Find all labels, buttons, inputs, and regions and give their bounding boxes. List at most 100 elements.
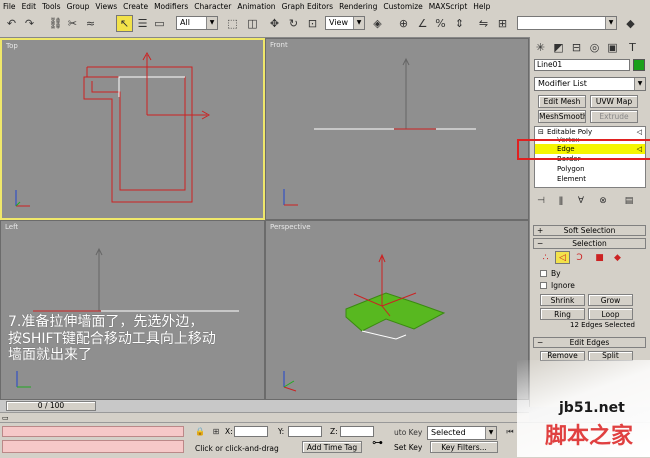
menu-maxscript[interactable]: MAXScript [426, 2, 471, 11]
show-end-result-icon[interactable]: ǁ [554, 195, 568, 207]
create-tab-icon[interactable]: ✳ [532, 39, 549, 56]
menu-create[interactable]: Create [120, 2, 151, 11]
absolute-mode-icon[interactable]: ⊞ [210, 426, 222, 437]
edge-mode-icon[interactable]: ◁ [555, 251, 570, 264]
polygon-mode-icon[interactable]: ■ [592, 251, 607, 264]
edit-edges-rollout[interactable]: − Edit Edges [533, 337, 646, 348]
select-by-name-icon[interactable]: ☰ [134, 15, 151, 32]
lock-selection-icon[interactable]: 🔒 [194, 426, 206, 437]
chevron-down-icon: ▼ [605, 17, 616, 29]
extrude-button[interactable]: Extrude [590, 110, 638, 123]
select-link-icon[interactable]: ⛓ [47, 15, 64, 32]
soft-selection-rollout[interactable]: + Soft Selection [533, 225, 646, 236]
named-selection-dropdown[interactable]: ▼ [517, 16, 617, 30]
region-select-icon[interactable]: ▭ [151, 15, 168, 32]
annotation-text: 7.准备拉伸墙面了，先选外边， 按SHIFT键配合移动工具向上移动 墙面就出来了 [8, 314, 278, 364]
by-vertex-checkbox[interactable] [540, 270, 547, 277]
viewport-left[interactable]: Left [0, 220, 265, 400]
stack-base-object[interactable]: Editable Poly [547, 128, 592, 136]
loop-button[interactable]: Loop [588, 308, 633, 320]
object-color-swatch[interactable] [633, 59, 645, 71]
object-name-field[interactable]: Line01 [534, 59, 630, 71]
pin-stack-icon[interactable]: ⊣ [534, 195, 548, 207]
redo-icon[interactable]: ↷ [21, 15, 38, 32]
menu-help[interactable]: Help [470, 2, 493, 11]
auto-key-button[interactable]: uto Key [394, 428, 422, 437]
z-coordinate-field[interactable] [340, 426, 374, 437]
select-window-icon[interactable]: ⬚ [224, 15, 241, 32]
stack-item-element[interactable]: Element [557, 175, 586, 183]
ring-button[interactable]: Ring [540, 308, 585, 320]
bind-space-warp-icon[interactable]: ≈ [82, 15, 99, 32]
key-filters-button[interactable]: Key Filters... [430, 441, 498, 453]
viewport-perspective[interactable]: Perspective [265, 220, 529, 400]
modify-tab-icon[interactable]: ◩ [550, 39, 567, 56]
remove-modifier-icon[interactable]: ⊗ [596, 195, 610, 207]
stack-expand-icon[interactable]: ⊟ [538, 128, 544, 136]
menu-rendering[interactable]: Rendering [336, 2, 380, 11]
menu-graph-editors[interactable]: Graph Editors [279, 2, 337, 11]
modifier-list-dropdown[interactable]: Modifier List ▼ [534, 77, 646, 91]
window-crossing-icon[interactable]: ◫ [244, 15, 261, 32]
menu-edit[interactable]: Edit [19, 2, 40, 11]
border-mode-icon[interactable]: Ɔ [572, 251, 587, 264]
set-key-button[interactable]: Set Key [394, 443, 422, 452]
by-vertex-label: By [551, 269, 561, 278]
pivot-center-icon[interactable]: ◈ [369, 15, 386, 32]
menu-character[interactable]: Character [191, 2, 234, 11]
reference-coordinate-dropdown[interactable]: View ▼ [325, 16, 365, 30]
time-slider[interactable]: 0 / 100 [6, 401, 96, 411]
key-mode-icon[interactable]: ⊶ [372, 436, 383, 449]
watermark-name: 脚本之家 [545, 424, 634, 449]
undo-icon[interactable]: ↶ [3, 15, 20, 32]
viewport-top[interactable]: Top [0, 38, 265, 220]
add-time-tag-button[interactable]: Add Time Tag [302, 441, 362, 453]
selection-filter-dropdown[interactable]: All ▼ [176, 16, 218, 30]
spinner-snap-icon[interactable]: ⇕ [451, 15, 468, 32]
snap-toggle-icon[interactable]: ∠ [414, 15, 431, 32]
make-unique-icon[interactable]: ∀ [574, 195, 588, 207]
annotation-line: 7.准备拉伸墙面了，先选外边， [8, 314, 204, 330]
menu-tools[interactable]: Tools [39, 2, 63, 11]
maxscript-listener-bottom[interactable] [2, 440, 184, 453]
scale-icon[interactable]: ⊡ [304, 15, 321, 32]
selection-rollout[interactable]: − Selection [533, 238, 646, 249]
menu-animation[interactable]: Animation [234, 2, 278, 11]
element-mode-icon[interactable]: ◆ [610, 251, 625, 264]
perspective-view-canvas [283, 253, 446, 392]
angle-snap-icon[interactable]: % [432, 15, 449, 32]
hierarchy-tab-icon[interactable]: ⊟ [568, 39, 585, 56]
utilities-tab-icon[interactable]: T [624, 39, 641, 56]
rotate-icon[interactable]: ↻ [285, 15, 302, 32]
maxscript-listener-top[interactable] [2, 426, 184, 437]
grow-button[interactable]: Grow [588, 294, 633, 306]
x-coordinate-field[interactable] [234, 426, 268, 437]
meshsmooth-button[interactable]: MeshSmooth [538, 110, 586, 123]
move-icon[interactable]: ✥ [266, 15, 283, 32]
stack-item-polygon[interactable]: Polygon [557, 165, 585, 173]
shrink-button[interactable]: Shrink [540, 294, 585, 306]
y-coordinate-field[interactable] [288, 426, 322, 437]
vertex-mode-icon[interactable]: ∴ [538, 251, 553, 264]
mirror-icon[interactable]: ⇋ [475, 15, 492, 32]
render-icon[interactable]: ◆ [622, 15, 639, 32]
y-label: Y: [278, 427, 285, 436]
configure-sets-icon[interactable]: ▤ [622, 195, 636, 207]
menu-file[interactable]: File [0, 2, 19, 11]
select-manipulate-icon[interactable]: ⊕ [395, 15, 412, 32]
ignore-backfacing-checkbox[interactable] [540, 282, 547, 289]
uvw-map-button[interactable]: UVW Map [590, 95, 638, 108]
unlink-icon[interactable]: ✂ [64, 15, 81, 32]
edit-mesh-button[interactable]: Edit Mesh [538, 95, 586, 108]
selection-set-dropdown[interactable]: Selected ▼ [427, 426, 497, 440]
menu-group[interactable]: Group [64, 2, 93, 11]
menu-customize[interactable]: Customize [380, 2, 425, 11]
display-tab-icon[interactable]: ▣ [604, 39, 621, 56]
menu-modifiers[interactable]: Modifiers [151, 2, 191, 11]
motion-tab-icon[interactable]: ◎ [586, 39, 603, 56]
viewport-front[interactable]: Front [265, 38, 529, 220]
select-object-icon[interactable]: ↖ [116, 15, 133, 32]
align-icon[interactable]: ⊞ [494, 15, 511, 32]
go-to-start-icon[interactable]: ⏮ [504, 426, 516, 437]
menu-views[interactable]: Views [92, 2, 120, 11]
